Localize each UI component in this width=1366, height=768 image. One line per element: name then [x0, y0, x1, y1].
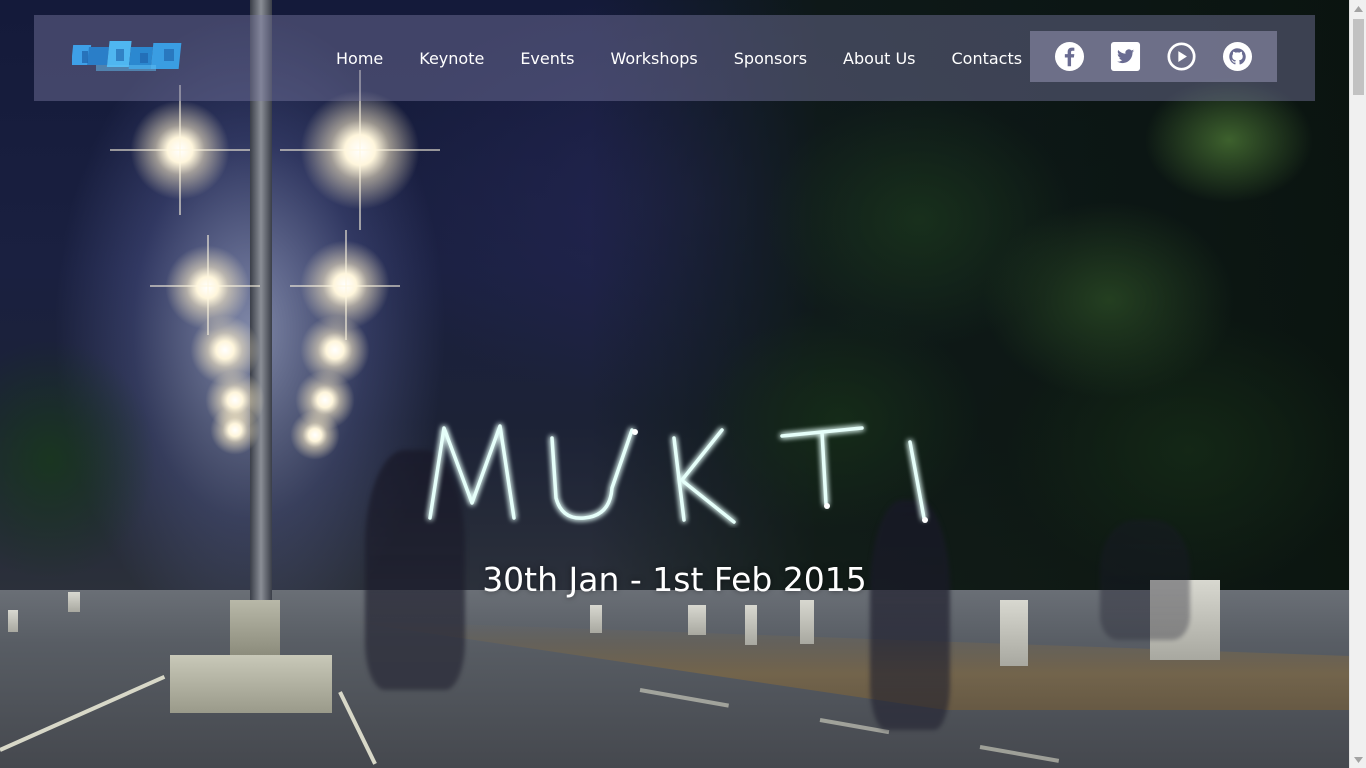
letter-u-stroke	[550, 428, 634, 520]
tree-trunk	[1000, 600, 1028, 666]
letter-m-stroke	[428, 424, 516, 520]
street-light	[290, 410, 340, 460]
light-dot	[824, 503, 830, 509]
nav-events[interactable]: Events	[520, 49, 574, 68]
light-dot	[922, 517, 928, 523]
facebook-icon	[1055, 41, 1085, 72]
street-light	[210, 405, 260, 455]
hero-title-light-painting	[428, 424, 928, 524]
facebook-link[interactable]	[1054, 41, 1086, 73]
twitter-link[interactable]	[1110, 41, 1142, 73]
light-dot	[632, 429, 638, 435]
event-date: 30th Jan - 1st Feb 2015	[482, 560, 867, 599]
hero-background-image	[0, 0, 1349, 768]
nav-workshops[interactable]: Workshops	[610, 49, 697, 68]
light-ray	[150, 285, 260, 287]
page: 30th Jan - 1st Feb 2015 Home Keynote Eve…	[0, 0, 1366, 768]
letter-i-stroke	[908, 440, 926, 520]
scroll-thumb[interactable]	[1353, 19, 1364, 95]
scroll-up-arrow[interactable]	[1350, 0, 1366, 17]
lamp-pole-base	[230, 600, 280, 658]
github-icon	[1222, 41, 1252, 72]
blurred-figure	[870, 500, 950, 730]
nav-about-us[interactable]: About Us	[843, 49, 915, 68]
light-ray	[179, 85, 181, 215]
mukti-logo[interactable]	[72, 37, 188, 77]
tree-trunk	[8, 610, 18, 632]
light-ray	[207, 235, 209, 335]
planter	[170, 655, 332, 713]
letter-k-stroke	[672, 428, 736, 524]
tree-trunk	[800, 600, 814, 644]
chevron-down-icon	[1354, 756, 1363, 763]
social-links	[1030, 31, 1277, 82]
navbar: Home Keynote Events Workshops Sponsors A…	[34, 15, 1315, 101]
vertical-scrollbar[interactable]	[1349, 0, 1366, 768]
youtube-link[interactable]	[1165, 41, 1197, 73]
youtube-play-icon	[1167, 42, 1196, 71]
nav-sponsors[interactable]: Sponsors	[734, 49, 807, 68]
nav-keynote[interactable]: Keynote	[419, 49, 484, 68]
light-ray	[345, 230, 347, 340]
main-nav: Home Keynote Events Workshops Sponsors A…	[336, 15, 1058, 101]
chevron-up-icon	[1354, 5, 1363, 12]
letter-t-stroke	[780, 426, 864, 506]
github-link[interactable]	[1221, 41, 1253, 73]
nav-contacts[interactable]: Contacts	[951, 49, 1022, 68]
tree-trunk	[688, 605, 706, 635]
nav-home[interactable]: Home	[336, 49, 383, 68]
tree-trunk	[745, 605, 757, 645]
tree-trunk	[590, 605, 602, 633]
scroll-down-arrow[interactable]	[1350, 751, 1366, 768]
twitter-icon	[1111, 41, 1141, 72]
